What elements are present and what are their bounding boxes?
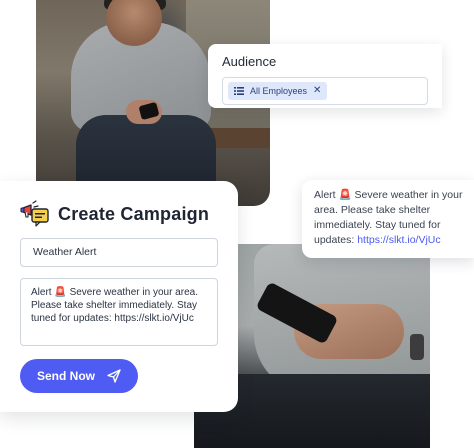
sms-preview: Alert 🚨 Severe weather in your area. Ple… bbox=[302, 180, 474, 258]
audience-selector[interactable]: All Employees ✕ bbox=[222, 77, 428, 105]
campaign-title-input[interactable]: Weather Alert bbox=[20, 238, 218, 267]
audience-label: Audience bbox=[222, 54, 277, 69]
page-title: Create Campaign bbox=[58, 203, 210, 224]
megaphone-icon bbox=[20, 200, 49, 227]
list-icon bbox=[234, 87, 244, 95]
audience-card: Audience All Employees ✕ bbox=[208, 44, 442, 108]
send-now-button[interactable]: Send Now bbox=[20, 359, 138, 393]
campaign-header: Create Campaign bbox=[20, 199, 209, 229]
message-prefix: Alert bbox=[31, 287, 55, 298]
paper-plane-icon bbox=[107, 369, 121, 383]
audience-chip[interactable]: All Employees ✕ bbox=[228, 82, 328, 100]
sms-link[interactable]: https://slkt.io/VjUc bbox=[357, 234, 440, 246]
create-campaign-card: Create Campaign Weather Alert Alert 🚨 Se… bbox=[0, 181, 238, 412]
campaign-message-input[interactable]: Alert 🚨 Severe weather in your area. Ple… bbox=[20, 278, 218, 346]
sms-prefix: Alert bbox=[314, 189, 339, 201]
close-icon[interactable]: ✕ bbox=[313, 86, 321, 96]
send-now-label: Send Now bbox=[36, 369, 95, 383]
siren-icon: 🚨 bbox=[338, 189, 352, 201]
audience-chip-label: All Employees bbox=[250, 86, 308, 96]
siren-icon: 🚨 bbox=[54, 287, 67, 298]
